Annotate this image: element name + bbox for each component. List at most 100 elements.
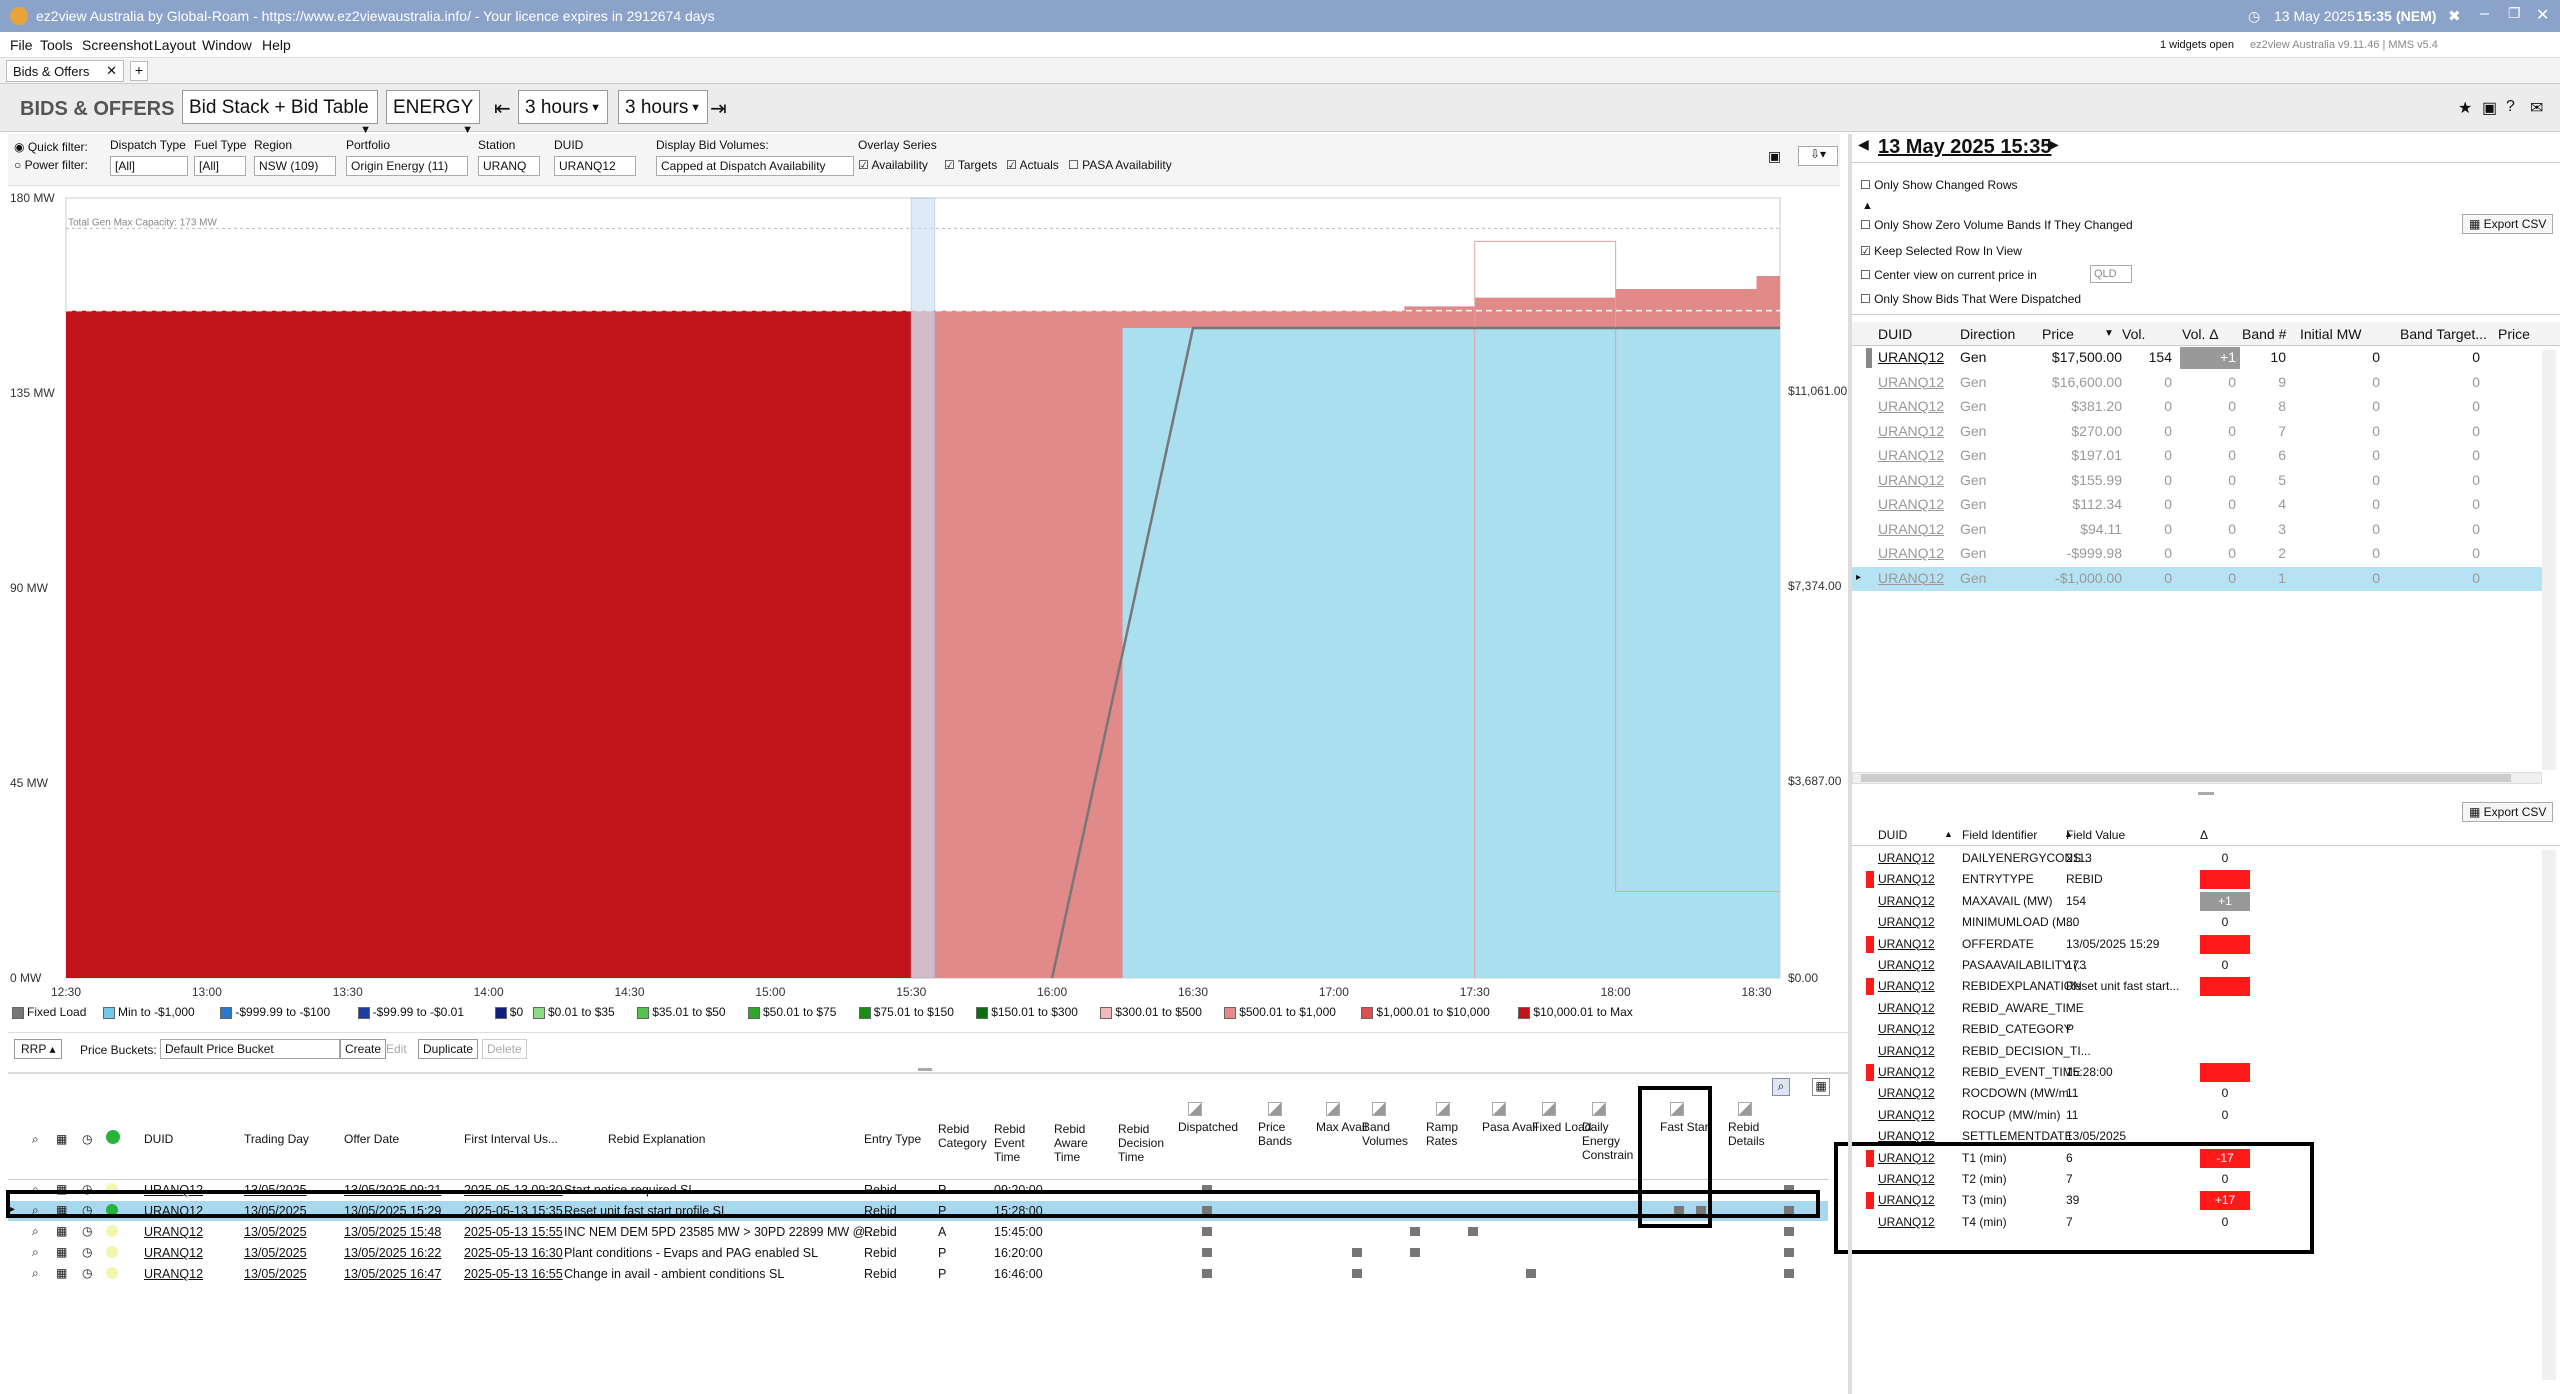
only-changed-checkbox[interactable]: ☐ Only Show Changed Rows	[1860, 178, 2018, 192]
band-header-6[interactable]: Initial MW	[2300, 326, 2361, 342]
field-duid[interactable]: URANQ12	[1878, 851, 1935, 865]
field-row[interactable]: URANQ12 T1 (min) 6 -17	[1852, 1148, 2542, 1169]
grid-icon[interactable]: ▦	[56, 1266, 67, 1280]
portfolio-select[interactable]: Origin Energy (11)	[346, 156, 468, 176]
change-marker[interactable]	[1468, 1227, 1478, 1236]
next-time-icon[interactable]: ▶	[2048, 136, 2059, 153]
quick-filter-radio[interactable]: ◉ Quick filter:	[14, 140, 88, 154]
band-row[interactable]: URANQ12 Gen $17,500.00 154 +1 10 0 0	[1852, 346, 2542, 370]
targets-checkbox[interactable]: ☑ Targets	[944, 158, 997, 172]
station-select[interactable]: URANQ	[478, 156, 540, 176]
row-first-interval[interactable]: 2025-05-13 16:55	[464, 1267, 563, 1281]
tab-bids-offers[interactable]: Bids & Offers ✕	[6, 60, 124, 82]
table-header-19[interactable]: Rebid Details	[1728, 1120, 1790, 1148]
close-icon[interactable]: ✕	[2536, 5, 2549, 25]
table-header-8[interactable]: Rebid Aware Time	[1054, 1122, 1106, 1164]
help-icon[interactable]: ?	[2506, 98, 2515, 116]
table-header-17[interactable]: Daily Energy Constrain	[1582, 1120, 1644, 1162]
duplicate-button[interactable]: Duplicate	[418, 1039, 479, 1059]
band-duid[interactable]: URANQ12	[1878, 349, 1944, 365]
grid-icon[interactable]: ▦	[56, 1132, 67, 1146]
table-row[interactable]: ⌕ ▦ ◷ URANQ12 13/05/2025 13/05/2025 15:48 2025…	[8, 1222, 1828, 1242]
field-row[interactable]: URANQ12 DAILYENERGYCONS... 2113 0	[1852, 848, 2542, 869]
row-offer-date[interactable]: 13/05/2025 15:48	[344, 1225, 441, 1239]
band-duid[interactable]: URANQ12	[1878, 570, 1944, 586]
search-icon[interactable]: ⌕	[32, 1224, 39, 1239]
column-filter-icon[interactable]	[1188, 1102, 1202, 1116]
band-row[interactable]: URANQ12 Gen $94.11 0 0 3 0 0	[1852, 518, 2542, 542]
band-header-7[interactable]: Band Target...	[2400, 326, 2487, 342]
search-icon[interactable]: ⌕	[32, 1245, 39, 1260]
field-duid[interactable]: URANQ12	[1878, 958, 1935, 972]
field-row[interactable]: URANQ12 MINIMUMLOAD (M... 80 0	[1852, 912, 2542, 933]
field-header-3[interactable]: Δ	[2200, 828, 2208, 842]
band-duid[interactable]: URANQ12	[1878, 521, 1944, 537]
table-header-13[interactable]: Band Volumes	[1362, 1120, 1424, 1148]
field-row[interactable]: URANQ12 MAXAVAIL (MW) 154 +1	[1852, 891, 2542, 912]
column-filter-icon[interactable]	[1326, 1102, 1340, 1116]
row-first-interval[interactable]: 2025-05-13 16:30	[464, 1246, 563, 1260]
clock-icon[interactable]: ◷	[82, 1132, 92, 1146]
band-duid[interactable]: URANQ12	[1878, 447, 1944, 463]
change-marker[interactable]	[1202, 1227, 1212, 1236]
vertical-scrollbar-2[interactable]	[2542, 850, 2556, 1380]
clock-icon[interactable]: ◷	[82, 1266, 92, 1280]
band-row[interactable]: ▸ URANQ12 Gen -$1,000.00 0 0 1 0 0	[1852, 566, 2542, 591]
center-view-checkbox[interactable]: ☐ Center view on current price in	[1860, 268, 2037, 282]
change-marker[interactable]	[1202, 1269, 1212, 1278]
table-row[interactable]: ⌕ ▦ ◷ URANQ12 13/05/2025 13/05/2025 16:22 2025…	[8, 1243, 1828, 1263]
table-header-7[interactable]: Rebid Event Time	[994, 1122, 1046, 1164]
field-duid[interactable]: URANQ12	[1878, 1044, 1935, 1058]
splitter-handle[interactable]	[2198, 792, 2214, 795]
fuel-type-select[interactable]: [All]	[194, 156, 246, 176]
edit-button[interactable]: Edit	[386, 1042, 407, 1056]
scrollbar-thumb[interactable]	[1861, 774, 2511, 782]
duid-select[interactable]: URANQ12	[554, 156, 636, 176]
grid-icon[interactable]: ▦	[1812, 1078, 1830, 1096]
field-row[interactable]: URANQ12 ROCUP (MW/min) 11 0	[1852, 1105, 2542, 1126]
band-header-4[interactable]: Vol. Δ	[2182, 326, 2219, 342]
view-select[interactable]: Bid Stack + Bid Table ▼	[182, 90, 378, 136]
table-header-10[interactable]: Dispatched	[1178, 1120, 1240, 1134]
table-header-4[interactable]: Rebid Explanation	[608, 1132, 808, 1146]
band-duid[interactable]: URANQ12	[1878, 398, 1944, 414]
field-duid[interactable]: URANQ12	[1878, 1215, 1935, 1229]
step-forward-icon[interactable]: ⇥	[710, 96, 727, 121]
field-row[interactable]: URANQ12 ROCDOWN (MW/m... 11 0	[1852, 1083, 2542, 1104]
field-row[interactable]: URANQ12 REBID_AWARE_TIME	[1852, 998, 2542, 1019]
pasa-checkbox[interactable]: ☐ PASA Availability	[1068, 158, 1172, 172]
current-interval-marker[interactable]	[910, 197, 936, 979]
field-duid[interactable]: URANQ12	[1878, 1129, 1935, 1143]
region-select[interactable]: NSW (109)	[254, 156, 336, 176]
row-offer-date[interactable]: 13/05/2025 16:22	[344, 1246, 441, 1260]
center-region-select[interactable]: QLD	[2090, 265, 2132, 283]
display-volumes-select[interactable]: Capped at Dispatch Availability	[656, 156, 854, 176]
mute-icon[interactable]: ✖	[2448, 7, 2461, 25]
panel-date[interactable]: 13 May 2025 15:35	[1878, 136, 2051, 159]
band-row[interactable]: URANQ12 Gen -$999.98 0 0 2 0 0	[1852, 542, 2542, 566]
column-filter-icon[interactable]	[1436, 1102, 1450, 1116]
field-duid[interactable]: URANQ12	[1878, 1193, 1935, 1207]
row-duid[interactable]: URANQ12	[144, 1246, 203, 1260]
field-row[interactable]: URANQ12 SETTLEMENTDATE 13/05/2025	[1852, 1126, 2542, 1147]
delete-button[interactable]: Delete	[482, 1039, 527, 1059]
field-row[interactable]: URANQ12 T4 (min) 7 0	[1852, 1212, 2542, 1233]
field-row[interactable]: URANQ12 T3 (min) 39 +17	[1852, 1190, 2542, 1211]
prev-time-icon[interactable]: ◀	[1858, 136, 1869, 153]
star-icon[interactable]: ★	[2458, 98, 2472, 118]
step-back-icon[interactable]: ⇤	[494, 96, 511, 121]
change-marker[interactable]	[1526, 1269, 1536, 1278]
clock-icon[interactable]: ◷	[82, 1224, 92, 1238]
column-filter-icon[interactable]	[1268, 1102, 1282, 1116]
band-row[interactable]: URANQ12 Gen $197.01 0 0 6 0 0	[1852, 444, 2542, 468]
change-marker[interactable]	[1202, 1248, 1212, 1257]
menu-file[interactable]: File	[10, 37, 33, 53]
band-row[interactable]: URANQ12 Gen $16,600.00 0 0 9 0 0	[1852, 371, 2542, 395]
table-header-14[interactable]: Ramp Rates	[1426, 1120, 1488, 1148]
change-marker[interactable]	[1410, 1227, 1420, 1236]
band-row[interactable]: URANQ12 Gen $155.99 0 0 5 0 0	[1852, 469, 2542, 493]
camera-icon[interactable]: ▣	[1768, 148, 1781, 165]
band-header-3[interactable]: Vol.	[2122, 326, 2145, 342]
field-duid[interactable]: URANQ12	[1878, 872, 1935, 886]
minimize-icon[interactable]: –	[2480, 5, 2489, 23]
